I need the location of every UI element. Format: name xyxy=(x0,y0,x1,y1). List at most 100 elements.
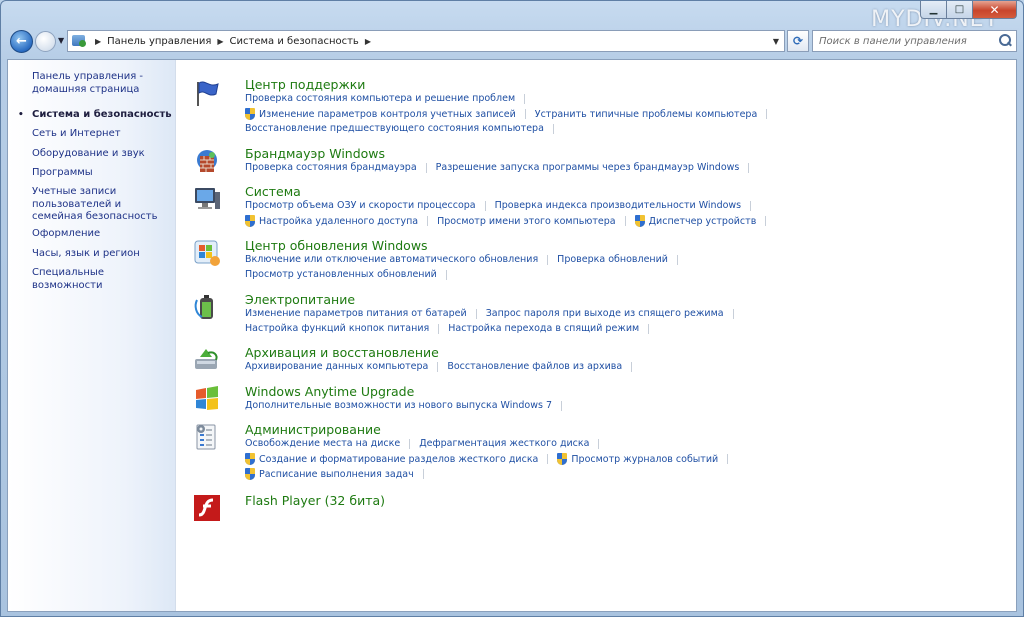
task-link[interactable]: Разрешение запуска программы через бранд… xyxy=(436,162,740,173)
task-link[interactable]: Включение или отключение автоматического… xyxy=(245,254,538,265)
task-link[interactable]: Диспетчер устройств xyxy=(634,215,757,227)
task-link[interactable]: Изменение параметров питания от батарей xyxy=(245,308,467,319)
category-title[interactable]: Windows Anytime Upgrade xyxy=(245,384,414,399)
task-link-label[interactable]: Запрос пароля при выходе из спящего режи… xyxy=(486,308,724,319)
category-title[interactable]: Электропитание xyxy=(245,292,355,307)
task-link[interactable]: Устранить типичные проблемы компьютера xyxy=(535,109,758,120)
chevron-right-icon[interactable]: ▶ xyxy=(217,37,223,46)
admin-tools-icon[interactable] xyxy=(192,422,222,452)
task-link[interactable]: Архивирование данных компьютера xyxy=(245,361,428,372)
close-button[interactable]: ✕ xyxy=(973,1,1017,19)
task-link-label[interactable]: Настройка удаленного доступа xyxy=(259,216,418,227)
task-link-label[interactable]: Проверка состояния брандмауэра xyxy=(245,162,417,173)
task-link-label[interactable]: Проверка обновлений xyxy=(557,254,668,265)
category-title[interactable]: Flash Player (32 бита) xyxy=(245,493,385,508)
sidebar-item[interactable]: Программы xyxy=(32,167,172,180)
link-separator xyxy=(409,438,411,449)
task-link-label[interactable]: Восстановление предшествующего состояния… xyxy=(245,123,544,134)
task-link-label[interactable]: Разрешение запуска программы через бранд… xyxy=(436,162,740,173)
address-dropdown-icon[interactable]: ▼ xyxy=(768,37,784,46)
category-title[interactable]: Администрирование xyxy=(245,422,381,437)
task-link-label[interactable]: Изменение параметров питания от батарей xyxy=(245,308,467,319)
task-link-label[interactable]: Архивирование данных компьютера xyxy=(245,361,428,372)
sidebar-item[interactable]: Оборудование и звук xyxy=(32,148,172,161)
task-link[interactable]: Настройка функций кнопок питания xyxy=(245,323,429,334)
task-link[interactable]: Просмотр объема ОЗУ и скорости процессор… xyxy=(245,200,476,211)
flash-player-icon[interactable] xyxy=(192,493,222,523)
task-link-label[interactable]: Включение или отключение автоматического… xyxy=(245,254,538,265)
chevron-right-icon[interactable]: ▶ xyxy=(365,37,371,46)
chevron-right-icon[interactable]: ▶ xyxy=(95,37,101,46)
task-link-label[interactable]: Дополнительные возможности из нового вып… xyxy=(245,400,552,411)
search-box[interactable] xyxy=(812,30,1017,52)
forward-button[interactable] xyxy=(35,31,56,52)
task-link[interactable]: Расписание выполнения задач xyxy=(245,468,414,480)
refresh-button[interactable]: ⟳ xyxy=(787,30,809,52)
sidebar-item[interactable]: Специальные возможности xyxy=(32,267,172,292)
sidebar-item[interactable]: Часы, язык и регион xyxy=(32,248,172,261)
task-link[interactable]: Просмотр имени этого компьютера xyxy=(437,216,616,227)
task-link-label[interactable]: Восстановление файлов из архива xyxy=(447,361,622,372)
search-input[interactable] xyxy=(813,35,993,47)
link-row: Настройка удаленного доступа Просмотр име… xyxy=(245,215,775,227)
task-link[interactable]: Просмотр журналов событий xyxy=(557,453,718,465)
search-icon[interactable] xyxy=(998,34,1012,48)
firewall-icon[interactable] xyxy=(192,146,222,176)
task-link-label[interactable]: Просмотр установленных обновлений xyxy=(245,269,437,280)
flag-icon[interactable] xyxy=(192,78,222,108)
task-link[interactable]: Проверка состояния брандмауэра xyxy=(245,162,417,173)
category-title[interactable]: Архивация и восстановление xyxy=(245,345,439,360)
task-link[interactable]: Дополнительные возможности из нового вып… xyxy=(245,400,552,411)
task-link-label[interactable]: Проверка индекса производительности Wind… xyxy=(495,200,742,211)
task-link-label[interactable]: Дефрагментация жесткого диска xyxy=(419,438,589,449)
backup-icon[interactable] xyxy=(192,345,222,375)
link-row: Изменение параметров питания от батарей З… xyxy=(245,308,743,319)
task-link-label[interactable]: Просмотр журналов событий xyxy=(571,454,718,465)
breadcrumb-control-panel[interactable]: Панель управления xyxy=(107,36,211,47)
task-link-label[interactable]: Просмотр имени этого компьютера xyxy=(437,216,616,227)
sidebar-item[interactable]: Панель управления - домашняя страница xyxy=(32,71,172,96)
task-link[interactable]: Восстановление файлов из архива xyxy=(447,361,622,372)
task-link-label[interactable]: Проверка состояния компьютера и решение … xyxy=(245,93,515,104)
task-link[interactable]: Изменение параметров контроля учетных за… xyxy=(245,108,516,120)
category-title[interactable]: Брандмауэр Windows xyxy=(245,146,385,161)
windows-logo-icon[interactable] xyxy=(192,384,222,414)
task-link[interactable]: Настройка перехода в спящий режим xyxy=(448,323,639,334)
windows-update-icon[interactable] xyxy=(192,238,222,268)
task-link[interactable]: Запрос пароля при выходе из спящего режи… xyxy=(486,308,724,319)
task-link[interactable]: Проверка состояния компьютера и решение … xyxy=(245,93,515,104)
category-7: Администрирование Освобождение места на д… xyxy=(192,422,1012,482)
task-link-label[interactable]: Расписание выполнения задач xyxy=(259,469,414,480)
task-link-label[interactable]: Устранить типичные проблемы компьютера xyxy=(535,109,758,120)
task-link[interactable]: Проверка обновлений xyxy=(557,254,668,265)
computer-icon[interactable] xyxy=(192,184,222,214)
task-link[interactable]: Освобождение места на диске xyxy=(245,438,400,449)
task-link[interactable]: Просмотр установленных обновлений xyxy=(245,269,437,280)
sidebar-item[interactable]: Учетные записи пользователей и семейная … xyxy=(32,186,172,224)
power-icon[interactable] xyxy=(192,292,222,322)
recent-pages-dropdown[interactable]: ▼ xyxy=(58,36,64,45)
back-button[interactable]: ← xyxy=(10,30,33,53)
category-title[interactable]: Центр поддержки xyxy=(245,77,365,92)
task-link-label[interactable]: Диспетчер устройств xyxy=(649,216,757,227)
task-link-label[interactable]: Просмотр объема ОЗУ и скорости процессор… xyxy=(245,200,476,211)
task-link-label[interactable]: Освобождение места на диске xyxy=(245,438,400,449)
breadcrumb-system-security[interactable]: Система и безопасность xyxy=(230,36,359,47)
task-link[interactable]: Проверка индекса производительности Wind… xyxy=(495,200,742,211)
category-title[interactable]: Центр обновления Windows xyxy=(245,238,428,253)
task-link-label[interactable]: Создание и форматирование разделов жестк… xyxy=(259,454,538,465)
task-link[interactable]: Дефрагментация жесткого диска xyxy=(419,438,589,449)
task-link[interactable]: Настройка удаленного доступа xyxy=(245,215,418,227)
address-bar[interactable]: ▶ Панель управления ▶ Система и безопасн… xyxy=(67,30,785,52)
task-link-label[interactable]: Настройка перехода в спящий режим xyxy=(448,323,639,334)
sidebar-item[interactable]: Сеть и Интернет xyxy=(32,128,172,141)
task-link[interactable]: Создание и форматирование разделов жестк… xyxy=(245,453,538,465)
task-link-label[interactable]: Настройка функций кнопок питания xyxy=(245,323,429,334)
category-0: Центр поддержки Проверка состояния компью… xyxy=(192,77,1012,137)
sidebar-item[interactable]: Оформление xyxy=(32,228,172,241)
category-title[interactable]: Система xyxy=(245,184,301,199)
minimize-button[interactable]: ▁ xyxy=(920,1,947,19)
maximize-button[interactable]: □ xyxy=(947,1,973,19)
task-link[interactable]: Восстановление предшествующего состояния… xyxy=(245,123,544,134)
task-link-label[interactable]: Изменение параметров контроля учетных за… xyxy=(259,109,516,120)
